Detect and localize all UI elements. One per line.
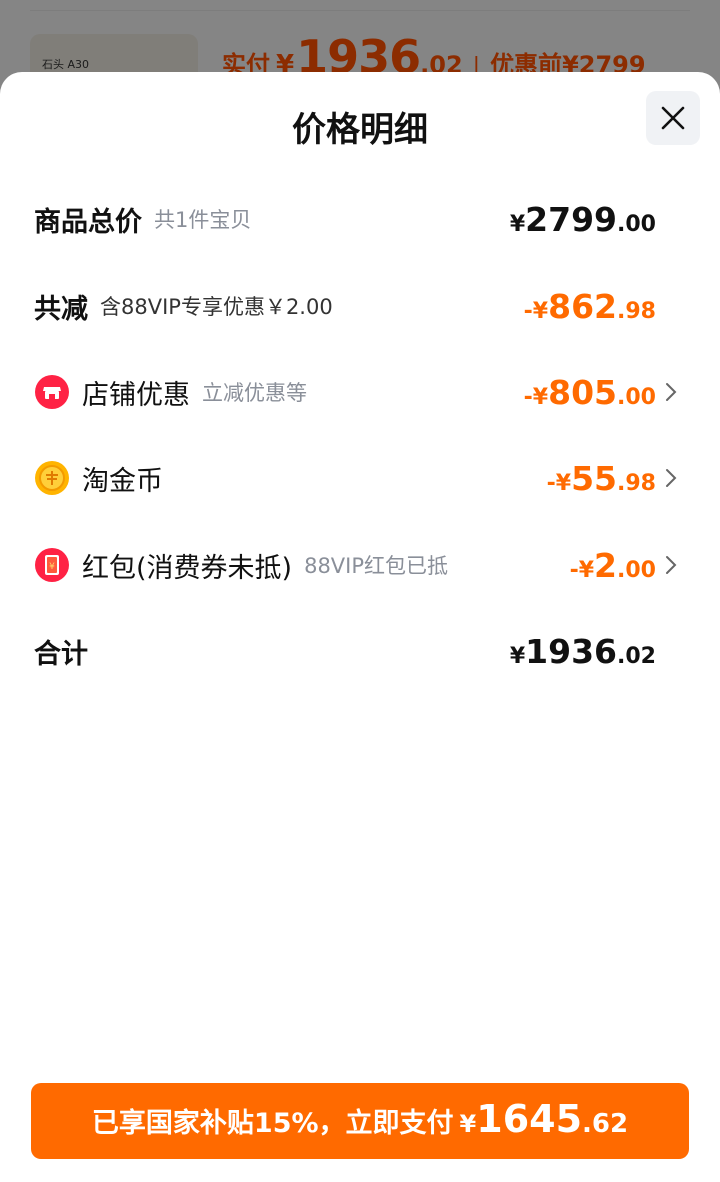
currency-symbol: -¥ [523, 384, 549, 410]
goods-total-amount: ¥ 2799 .00 [510, 200, 656, 239]
goods-count: 共1件宝贝 [154, 208, 252, 232]
row-total-discount: 共减 含88VIP专享优惠￥2.00 -¥ 862 .98 [34, 281, 686, 331]
chevron-right-icon [666, 556, 677, 574]
row-taobao-coins[interactable]: 淘金币 -¥ 55 .98 [34, 453, 680, 503]
pay-amount-dec: .62 [582, 1109, 629, 1139]
red-packet-label: 红包(消费券未抵) [82, 552, 293, 584]
currency-symbol: ¥ [509, 211, 526, 237]
coins-amount: -¥ 55 .98 [547, 459, 656, 498]
currency-symbol: -¥ [546, 470, 572, 496]
amount-dec: .00 [617, 211, 656, 237]
shop-discount-label: 店铺优惠 [82, 379, 190, 411]
amount-int: 2 [594, 545, 618, 585]
total-discount-label: 共减 [34, 293, 88, 325]
amount-int: 862 [548, 286, 618, 326]
price-detail-sheet: 价格明细 商品总价 共1件宝贝 ¥ 2799 .00 共减 含88VIP专享优惠… [0, 72, 720, 1182]
red-packet-icon: ¥ [35, 548, 69, 582]
total-discount-amount: -¥ 862 .98 [524, 287, 656, 326]
amount-int: 55 [571, 458, 618, 498]
currency-symbol: ¥ [459, 1110, 477, 1138]
row-shop-discount[interactable]: 店铺优惠 立减优惠等 -¥ 805 .00 [34, 367, 680, 417]
red-packet-amount: -¥ 2 .00 [570, 546, 656, 585]
amount-dec: .98 [617, 470, 656, 496]
amount-int: 1936 [525, 631, 618, 671]
shop-icon [35, 375, 69, 409]
amount-dec: .00 [617, 557, 656, 583]
chevron-right-icon [666, 383, 677, 401]
goods-total-label: 商品总价 [34, 206, 142, 238]
amount-dec: .98 [617, 298, 656, 324]
vip-discount-note: 含88VIP专享优惠￥2.00 [100, 295, 333, 319]
amount-dec: .00 [617, 384, 656, 410]
pay-now-button[interactable]: 已享国家补贴15%，立即支付 ¥ 1645 .62 [31, 1083, 689, 1159]
currency-symbol: ¥ [509, 643, 526, 669]
coin-icon [35, 461, 69, 495]
shop-discount-amount: -¥ 805 .00 [524, 373, 656, 412]
pay-button-text: 已享国家补贴15%，立即支付 [91, 1108, 454, 1139]
currency-symbol: -¥ [569, 557, 595, 583]
row-red-packet[interactable]: ¥ 红包(消费券未抵) 88VIP红包已抵 -¥ 2 .00 [34, 540, 680, 590]
close-button[interactable] [646, 91, 700, 145]
red-packet-note: 88VIP红包已抵 [304, 554, 449, 578]
sum-amount: ¥ 1936 .02 [510, 632, 656, 671]
amount-int: 805 [548, 372, 618, 412]
amount-dec: .02 [617, 643, 656, 669]
amount-int: 2799 [525, 199, 618, 239]
row-goods-total: 商品总价 共1件宝贝 ¥ 2799 .00 [34, 194, 686, 244]
currency-symbol: -¥ [523, 298, 549, 324]
chevron-right-icon [666, 469, 677, 487]
svg-text:¥: ¥ [49, 562, 55, 572]
pay-amount-int: 1645 [476, 1097, 583, 1141]
shop-discount-note: 立减优惠等 [202, 381, 307, 405]
row-sum: 合计 ¥ 1936 .02 [34, 626, 686, 676]
sheet-title: 价格明细 [292, 110, 428, 150]
coins-label: 淘金币 [82, 465, 163, 497]
sum-label: 合计 [34, 638, 88, 670]
close-icon [661, 106, 685, 130]
